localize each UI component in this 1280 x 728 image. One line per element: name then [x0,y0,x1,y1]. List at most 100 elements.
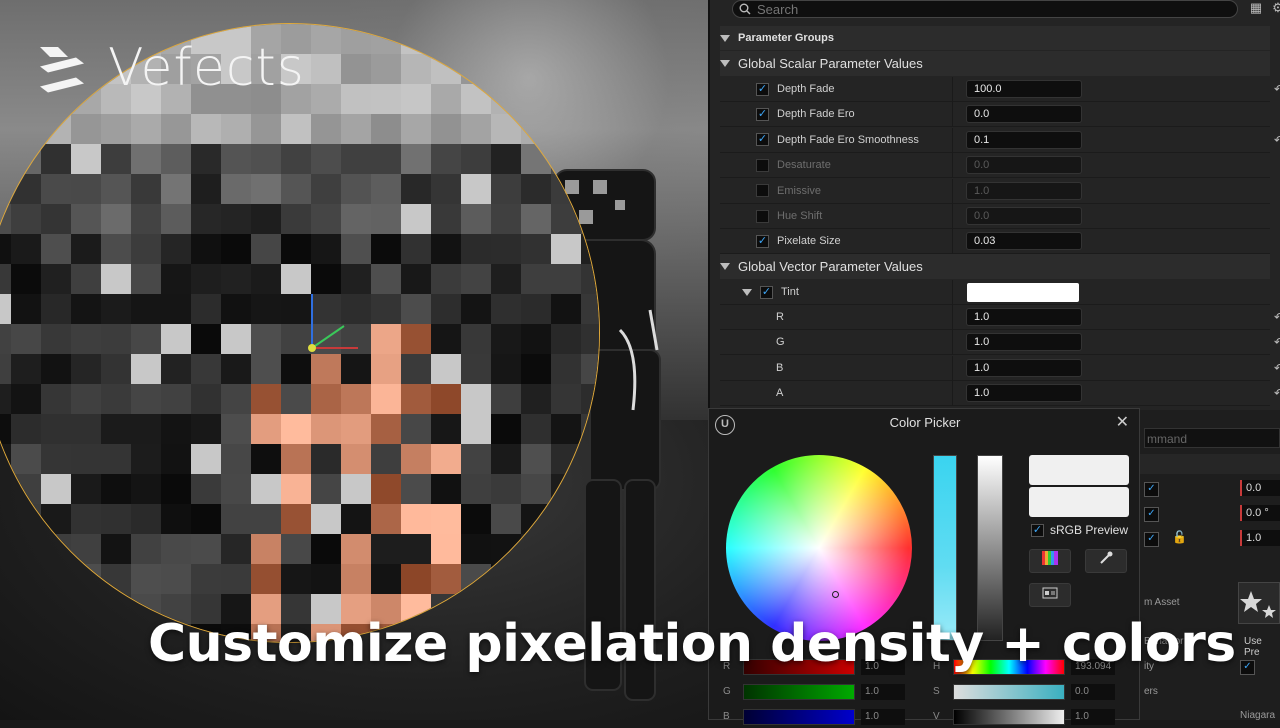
scalar-group-header[interactable]: Global Scalar Parameter Values [720,51,1270,76]
channel-slider[interactable] [953,709,1065,725]
expand-arrow-icon[interactable] [742,288,752,296]
channel-slider[interactable] [743,684,855,700]
pixel-cell [491,474,521,504]
pixel-cell [311,54,341,84]
pixel-cell [101,534,131,564]
channel-value-field[interactable]: 1.0 [1071,709,1115,725]
param-enable-checkbox[interactable] [756,158,769,172]
color-wheel-cursor[interactable] [832,591,839,598]
channel-value-field[interactable]: 1.0 [966,384,1082,403]
command-input[interactable]: mmand [1144,428,1280,448]
param-value-field[interactable]: 0.0 [966,156,1082,175]
close-icon[interactable]: ✕ [1116,412,1129,432]
pixel-cell [191,144,221,174]
channel-value-field[interactable]: 1.0 [861,684,905,700]
pixel-cell [101,324,131,354]
asset-thumbnail[interactable] [1238,582,1280,624]
pixel-cell [491,294,521,324]
channel-value-field[interactable]: 1.0 [861,709,905,725]
parameter-groups-header[interactable]: Parameter Groups [720,26,1270,50]
pixel-cell [101,384,131,414]
param-value-field[interactable]: 1.0 [966,181,1082,200]
reset-to-default-icon[interactable]: ↶ [1272,335,1280,349]
param-value-field[interactable]: 0.1 [966,130,1082,149]
pixel-cell [191,204,221,234]
channel-label: R [776,311,784,323]
param-value-field[interactable]: 0.03 [966,232,1082,251]
pixel-cell [491,24,521,54]
side-checkbox-2[interactable]: ✓ [1144,507,1159,522]
param-enable-checkbox[interactable] [756,184,769,198]
channel-slider[interactable] [743,709,855,725]
side-checkbox-3[interactable]: ✓ [1144,532,1159,547]
pixel-cell [101,474,131,504]
search-box[interactable] [732,0,1238,18]
reset-to-default-icon[interactable]: ↶ [1272,386,1280,400]
settings-gear-icon[interactable]: ⚙ [1270,0,1280,16]
side-value-2[interactable]: 0.0 ° [1240,505,1280,521]
use-preset-dropdown[interactable]: Use Pre [1244,636,1280,658]
pixel-cell [491,504,521,534]
collapse-arrow-icon[interactable] [720,34,730,42]
pixel-cell [461,174,491,204]
pixel-cell [341,504,371,534]
reset-to-default-icon[interactable]: ↶ [1272,133,1280,147]
pixel-cell [191,174,221,204]
pixel-cell [71,234,101,264]
srgb-preview-toggle[interactable]: ✓ sRGB Preview [1031,523,1128,537]
reset-to-default-icon[interactable]: ↶ [1272,361,1280,375]
lock-icon[interactable]: 🔓 [1172,530,1187,544]
channel-value-field[interactable]: 1.0 [966,308,1082,326]
pixel-cell [221,294,251,324]
pixel-cell [41,114,71,144]
param-enable-checkbox[interactable] [756,209,769,223]
side-checkbox-1[interactable]: ✓ [1144,482,1159,497]
reset-to-default-icon[interactable]: ↶ [1272,82,1280,96]
side-value-1[interactable]: 0.0 [1240,480,1280,496]
pixel-cell [431,444,461,474]
table-view-icon[interactable]: ▦ [1248,0,1264,16]
search-input[interactable] [757,1,1197,17]
side-checkbox-4[interactable]: ✓ [1240,660,1255,675]
transform-gizmo-icon[interactable] [300,290,370,360]
param-value-field[interactable]: 0.0 [966,105,1082,124]
pixel-cell [581,294,599,324]
vector-group-header[interactable]: Global Vector Parameter Values [720,254,1270,279]
channel-slider[interactable] [953,684,1065,700]
param-value-field[interactable]: 100.0 [966,80,1082,98]
collapse-arrow-icon[interactable] [720,263,730,270]
tint-enable-checkbox[interactable]: ✓ [760,285,773,299]
viewport[interactable]: Vefects [0,0,708,720]
collapse-arrow-icon[interactable] [720,60,730,67]
param-value-field[interactable]: 0.0 [966,207,1082,225]
param-enable-checkbox[interactable]: ✓ [756,133,769,147]
pixel-cell [401,24,431,54]
param-enable-checkbox[interactable]: ✓ [756,107,769,121]
eyedropper-button[interactable] [1085,549,1127,573]
color-spectrum-button[interactable] [1029,549,1071,573]
pixel-cell [221,444,251,474]
reset-to-default-icon[interactable]: ↶ [1272,310,1280,324]
pixel-cell [461,114,491,144]
side-value-3[interactable]: 1.0 [1240,530,1280,546]
pixel-cell [521,234,551,264]
param-enable-checkbox[interactable]: ✓ [756,234,769,248]
pixel-cell [221,504,251,534]
channel-value-field[interactable]: 0.0 [1071,684,1115,700]
tint-color-swatch[interactable] [967,282,1079,302]
pixel-cell [461,24,491,54]
srgb-checkbox[interactable]: ✓ [1031,523,1044,537]
pixel-cell [401,114,431,144]
pixel-cell [551,54,581,84]
pixel-cell [581,144,599,174]
param-enable-checkbox[interactable]: ✓ [756,82,769,96]
pixel-cell [551,354,581,384]
pixel-cell [551,114,581,144]
channel-value-field[interactable]: 1.0 [966,358,1082,377]
pixel-cell [491,204,521,234]
pixel-cell [191,504,221,534]
scalar-group-title: Global Scalar Parameter Values [738,56,923,71]
channel-value-field[interactable]: 1.0 [966,333,1082,352]
color-theme-button[interactable] [1029,583,1071,607]
pixel-cell [431,204,461,234]
